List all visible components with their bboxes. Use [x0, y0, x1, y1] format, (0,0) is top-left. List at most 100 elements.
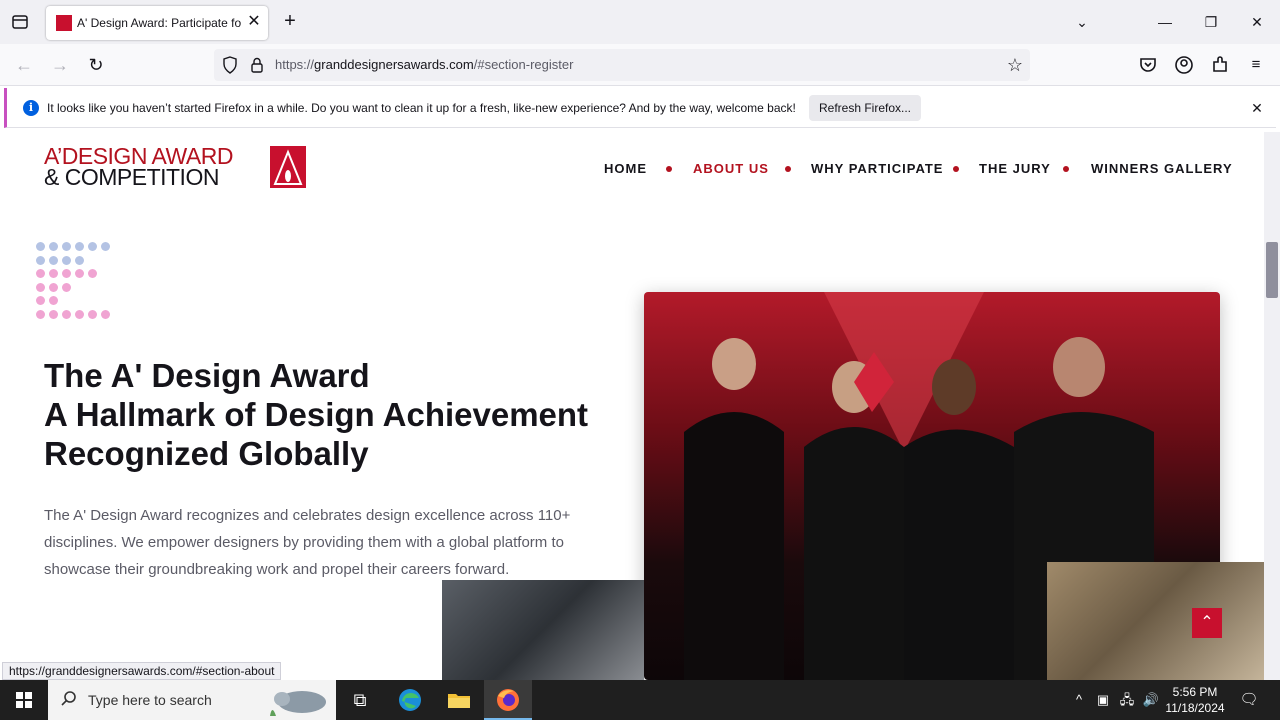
- url-text[interactable]: https://granddesignersawards.com/#sectio…: [275, 57, 573, 72]
- page-scrollbar[interactable]: [1264, 132, 1280, 680]
- refresh-firefox-button[interactable]: Refresh Firefox...: [809, 95, 921, 121]
- decorative-dot: [36, 296, 45, 306]
- file-explorer-icon[interactable]: [445, 686, 473, 714]
- hero-description: The A' Design Award recognizes and celeb…: [44, 507, 571, 578]
- pocket-icon[interactable]: [1136, 53, 1160, 77]
- minimize-icon[interactable]: —: [1151, 8, 1179, 36]
- decorative-dot: [62, 255, 71, 265]
- search-placeholder: Type here to search: [88, 692, 212, 708]
- decorative-dot: [49, 282, 58, 292]
- url-path: /#section-register: [473, 57, 574, 72]
- nav-separator-dot: [1063, 166, 1069, 172]
- decorative-dot: [88, 269, 97, 279]
- nav-home[interactable]: HOME: [604, 161, 647, 176]
- close-window-icon[interactable]: ✕: [1243, 8, 1271, 36]
- decorative-dot: [75, 269, 84, 279]
- firefox-icon: [494, 686, 522, 714]
- account-icon[interactable]: [1172, 53, 1196, 77]
- exhibition-photo-right: [1047, 562, 1264, 680]
- tracking-shield-icon[interactable]: [222, 56, 238, 74]
- back-to-top-button[interactable]: ⌃: [1192, 608, 1222, 638]
- status-bar-link: https://granddesignersawards.com/#sectio…: [2, 662, 282, 680]
- site-logo[interactable]: A’DESIGN AWARD & COMPETITION: [44, 145, 270, 190]
- decorative-dot: [62, 242, 71, 251]
- decorative-dot: [49, 269, 58, 279]
- notifications-icon[interactable]: 🗨: [1238, 691, 1260, 713]
- navigation-toolbar: ← → ↻ https://granddesignersawards.com/#…: [0, 44, 1280, 86]
- hero-title-line: Recognized Globally: [44, 435, 369, 472]
- volume-icon[interactable]: 🔊: [1142, 691, 1160, 709]
- bookmark-star-icon[interactable]: ☆: [1004, 54, 1026, 76]
- nav-the-jury[interactable]: THE JURY: [979, 161, 1051, 176]
- task-view-icon[interactable]: ⧉: [346, 686, 374, 714]
- notification-close-icon[interactable]: ✕: [1247, 98, 1267, 118]
- tab-bar: A' Design Award: Participate fo ✕ + ⌄ — …: [0, 0, 1280, 44]
- menu-icon[interactable]: ≡: [1244, 53, 1268, 77]
- decorative-dot: [49, 310, 58, 319]
- decorative-dot: [62, 310, 71, 319]
- show-hidden-icons-icon[interactable]: ^: [1070, 691, 1088, 709]
- new-tab-button[interactable]: +: [278, 10, 302, 34]
- firefox-taskbar-button[interactable]: [484, 680, 532, 720]
- site-favicon-icon: [56, 15, 72, 31]
- meet-now-icon[interactable]: ▣: [1094, 691, 1112, 709]
- decorative-dot: [62, 282, 71, 292]
- decorative-dot: [36, 310, 45, 319]
- firefox-refresh-notification: i It looks like you haven’t started Fire…: [4, 88, 1276, 128]
- tab-title: A' Design Award: Participate fo: [77, 16, 242, 30]
- decorative-dot: [75, 310, 84, 319]
- hero-title: The A' Design Award A Hallmark of Design…: [44, 356, 644, 473]
- decorative-dot: [36, 282, 45, 292]
- url-bar[interactable]: https://granddesignersawards.com/#sectio…: [214, 49, 1030, 81]
- notification-message: It looks like you haven’t started Firefo…: [47, 101, 796, 115]
- taskbar-search-box[interactable]: Type here to search: [48, 680, 336, 720]
- lock-icon[interactable]: [249, 56, 265, 74]
- clock-time: 5:56 PM: [1172, 685, 1218, 699]
- web-page: A’DESIGN AWARD & COMPETITION HOME ABOUT …: [0, 132, 1264, 680]
- logo-mark-icon[interactable]: [270, 146, 306, 188]
- decorative-dot: [62, 269, 71, 279]
- windows-taskbar: Type here to search ⧉ ^ ▣ 🖧 🔊 5:56 PM 11…: [0, 680, 1280, 720]
- network-icon[interactable]: 🖧: [1118, 691, 1136, 709]
- nav-separator-dot: [785, 166, 791, 172]
- decorative-dot: [101, 310, 110, 319]
- decorative-dot: [49, 296, 58, 306]
- extensions-icon[interactable]: [1208, 53, 1232, 77]
- url-scheme: https://: [275, 57, 315, 72]
- back-icon[interactable]: ←: [11, 52, 37, 78]
- taskbar-clock[interactable]: 5:56 PM 11/18/2024: [1160, 684, 1230, 716]
- hero-title-line: The A' Design Award: [44, 357, 370, 394]
- nav-winners-gallery[interactable]: WINNERS GALLERY: [1091, 161, 1233, 176]
- decorative-dot: [75, 242, 84, 251]
- url-host: granddesignersawards.com: [314, 57, 474, 72]
- decorative-dots-pattern: [36, 242, 126, 322]
- decorative-dot: [88, 310, 97, 319]
- search-highlight-icon: [266, 684, 330, 716]
- tab-list-icon[interactable]: [6, 10, 34, 34]
- tab-close-icon[interactable]: ✕: [244, 12, 264, 32]
- decorative-dot: [75, 255, 84, 265]
- edge-icon[interactable]: [396, 686, 424, 714]
- nav-separator-dot: [666, 166, 672, 172]
- decorative-dot: [88, 242, 97, 251]
- reload-icon[interactable]: ↻: [83, 52, 109, 78]
- decorative-dot: [49, 242, 58, 251]
- restore-icon[interactable]: ❐: [1197, 8, 1225, 36]
- decorative-dot: [36, 269, 45, 279]
- start-button[interactable]: [0, 680, 48, 720]
- scrollbar-thumb[interactable]: [1266, 242, 1278, 298]
- forward-icon[interactable]: →: [47, 52, 73, 78]
- exhibition-photo-left: [442, 580, 644, 680]
- list-all-tabs-icon[interactable]: ⌄: [1068, 8, 1096, 36]
- tab-active[interactable]: A' Design Award: Participate fo ✕: [46, 6, 268, 40]
- nav-separator-dot: [953, 166, 959, 172]
- decorative-dot: [36, 255, 45, 265]
- logo-line-2: & COMPETITION: [44, 164, 219, 190]
- nav-why-participate[interactable]: WHY PARTICIPATE: [811, 161, 943, 176]
- clock-date: 11/18/2024: [1165, 701, 1225, 715]
- hero-title-line: A Hallmark of Design Achievement: [44, 396, 589, 433]
- decorative-dot: [101, 242, 110, 251]
- nav-about-us[interactable]: ABOUT US: [693, 161, 769, 176]
- info-icon: i: [23, 100, 39, 116]
- search-icon: [60, 690, 78, 708]
